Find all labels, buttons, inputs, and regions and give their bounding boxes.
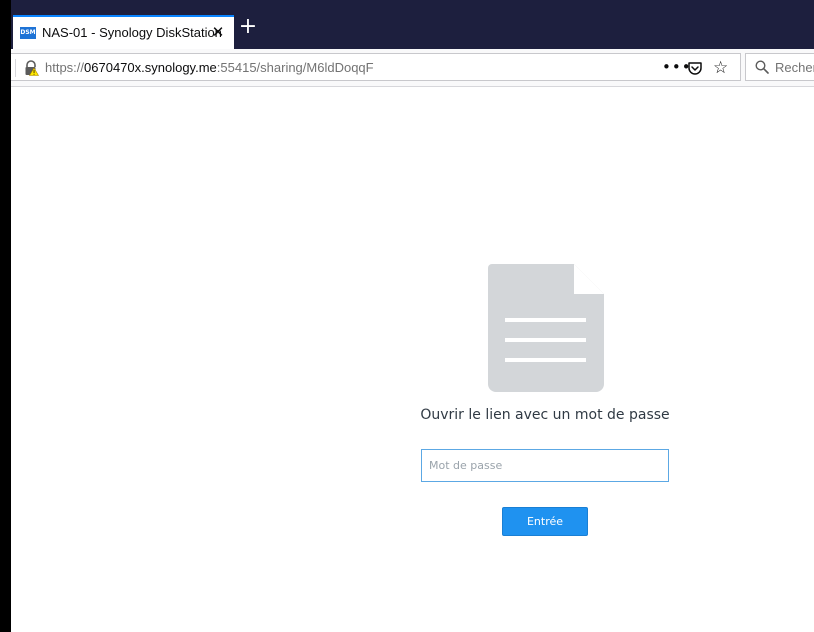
url-host: 0670470x.synology.me bbox=[84, 60, 217, 75]
page-content: Ouvrir le lien avec un mot de passe Entr… bbox=[11, 87, 814, 632]
dsm-favicon-icon: DSM bbox=[20, 27, 36, 39]
tab-nas[interactable]: DSM NAS-01 - Synology DiskStation ✕ bbox=[13, 15, 234, 49]
url-scheme: https:// bbox=[45, 60, 85, 75]
document-icon bbox=[488, 264, 604, 392]
search-icon bbox=[755, 60, 769, 74]
pocket-icon[interactable] bbox=[687, 60, 703, 76]
tab-title: NAS-01 - Synology DiskStation bbox=[42, 25, 222, 40]
url-path: :55415/sharing/M6ldDoqqF bbox=[216, 60, 374, 75]
new-tab-button[interactable]: + bbox=[236, 16, 260, 40]
close-tab-icon[interactable]: ✕ bbox=[209, 23, 227, 41]
search-box[interactable]: Recher bbox=[745, 53, 814, 81]
identity-separator bbox=[15, 59, 16, 77]
tab-strip: DSM NAS-01 - Synology DiskStation ✕ + bbox=[11, 0, 814, 49]
page-title: Ouvrir le lien avec un mot de passe bbox=[420, 407, 670, 423]
url-text[interactable]: https://0670470x.synology.me:55415/shari… bbox=[45, 60, 374, 75]
password-input[interactable] bbox=[421, 449, 669, 482]
address-bar[interactable]: https://0670470x.synology.me:55415/shari… bbox=[11, 53, 741, 81]
insecure-lock-icon[interactable] bbox=[23, 60, 39, 76]
bookmark-star-icon[interactable]: ☆ bbox=[713, 58, 728, 78]
submit-button[interactable]: Entrée bbox=[502, 507, 588, 536]
search-placeholder: Recher bbox=[775, 60, 814, 75]
browser-window: DSM NAS-01 - Synology DiskStation ✕ + ht… bbox=[11, 0, 814, 632]
nav-bar: https://0670470x.synology.me:55415/shari… bbox=[11, 49, 814, 87]
